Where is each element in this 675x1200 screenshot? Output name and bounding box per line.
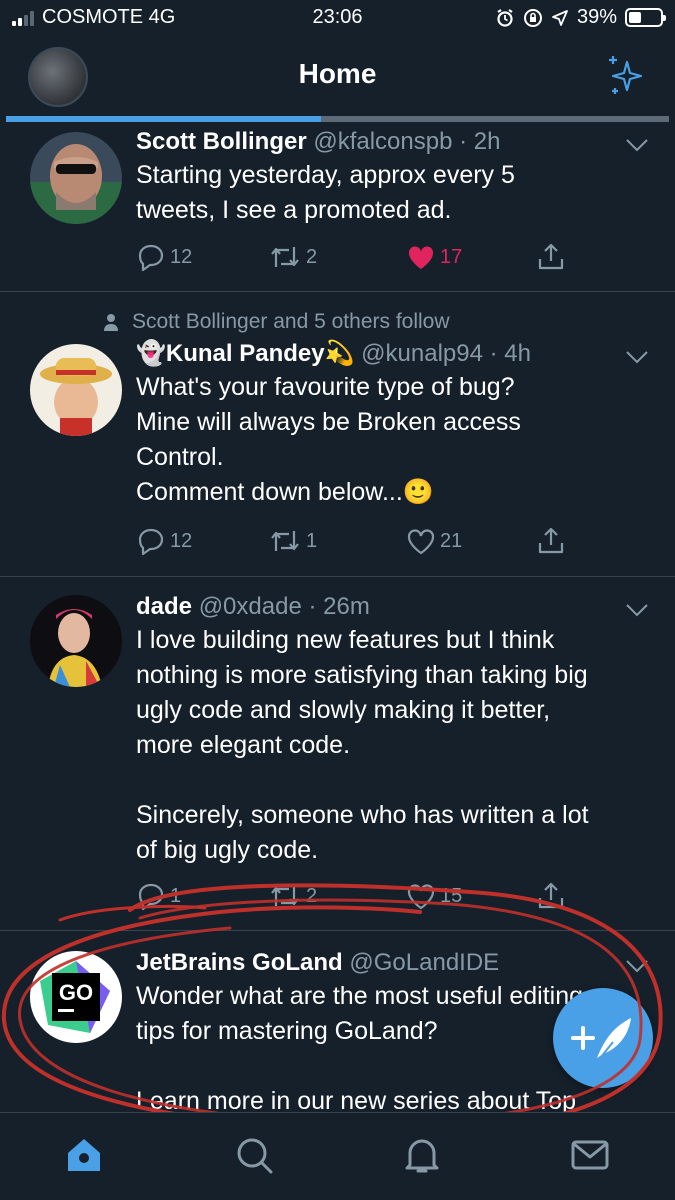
heart-icon — [407, 884, 435, 910]
like-button[interactable]: 21 — [406, 526, 462, 556]
retweet-button[interactable]: 2 — [268, 881, 317, 911]
reply-count: 1 — [170, 884, 182, 907]
tweet-kunal-pandey[interactable]: Scott Bollinger and 5 others follow 👻Kun… — [0, 292, 675, 577]
avatar[interactable]: GO — [30, 951, 122, 1043]
tweet-header: JetBrains GoLand @GoLandIDE — [136, 947, 645, 979]
bottom-tab-bar — [0, 1112, 675, 1200]
status-bar: COSMOTE 4G 23:06 39% — [0, 0, 675, 36]
retweet-icon — [271, 247, 299, 267]
like-button[interactable]: 15 — [406, 881, 462, 911]
author-name[interactable]: dade — [136, 593, 192, 620]
avatar[interactable] — [30, 344, 122, 436]
tweet-actions: 1 2 15 — [136, 881, 576, 915]
battery-percent: 39% — [576, 6, 617, 28]
tweet-content: 👻Kunal Pandey💫 @kunalp94 · 4h What's you… — [136, 338, 645, 510]
notifications-bell-icon[interactable] — [402, 1135, 442, 1175]
share-button[interactable] — [536, 526, 566, 556]
search-icon[interactable] — [234, 1135, 274, 1175]
author-handle[interactable]: @kfalconspb — [313, 128, 452, 155]
author-handle[interactable]: @GoLandIDE — [349, 949, 499, 976]
chevron-down-icon[interactable] — [625, 959, 649, 973]
chevron-down-icon[interactable] — [625, 138, 649, 152]
author-handle[interactable]: @0xdade — [199, 593, 302, 620]
messages-mail-icon[interactable] — [570, 1135, 610, 1175]
like-button[interactable]: 17 — [406, 242, 462, 272]
share-icon — [538, 527, 564, 554]
share-icon — [538, 243, 564, 270]
like-count: 17 — [440, 245, 463, 268]
home-icon[interactable] — [64, 1135, 104, 1175]
like-count: 21 — [440, 529, 463, 552]
reply-count: 12 — [170, 529, 193, 552]
alarm-icon — [497, 8, 513, 27]
social-context-text: Scott Bollinger and 5 others follow — [132, 310, 450, 333]
rotation-lock-icon — [523, 8, 542, 27]
author-name[interactable]: Scott Bollinger — [136, 128, 307, 155]
retweet-count: 2 — [306, 245, 318, 268]
tweet-text: I love building new features but I think… — [136, 626, 589, 864]
tweet-content: dade @0xdade · 26m I love building new f… — [136, 591, 645, 868]
reply-icon — [138, 244, 164, 272]
tweet-dade[interactable]: dade @0xdade · 26m I love building new f… — [0, 577, 675, 931]
tweet-scott-bollinger[interactable]: Scott Bollinger @kfalconspb · 2h Startin… — [0, 122, 675, 292]
reply-icon — [138, 883, 164, 911]
retweet-icon — [271, 531, 299, 551]
author-name[interactable]: Kunal Pandey — [166, 340, 325, 367]
heart-filled-icon — [408, 246, 434, 269]
person-icon — [104, 314, 118, 331]
heart-icon — [407, 529, 435, 555]
tweet-time: · 26m — [308, 593, 370, 620]
location-icon — [552, 9, 568, 26]
retweet-count: 1 — [306, 529, 318, 552]
tweet-text: Starting yesterday, approx every 5 tweet… — [136, 161, 515, 224]
top-bar: Home — [0, 36, 675, 122]
author-name[interactable]: JetBrains GoLand — [136, 949, 343, 976]
tweet-actions: 12 2 17 — [136, 242, 576, 276]
author-handle[interactable]: @kunalp94 — [361, 340, 483, 367]
compose-feather-icon — [571, 1018, 631, 1063]
reply-button[interactable]: 12 — [136, 526, 192, 556]
tweet-content: Scott Bollinger @kfalconspb · 2h Startin… — [136, 126, 645, 228]
goland-logo-text: GO — [59, 980, 93, 1005]
tweet-header: 👻Kunal Pandey💫 @kunalp94 · 4h — [136, 338, 645, 370]
reply-icon — [138, 528, 164, 556]
status-right: 39% — [495, 6, 666, 29]
tweet-text: What's your favourite type of bug? Mine … — [136, 373, 521, 506]
tweet-header: Scott Bollinger @kfalconspb · 2h — [136, 126, 645, 158]
avatar[interactable] — [30, 595, 122, 687]
name-emoji-dizzy: 💫 — [324, 340, 355, 367]
compose-tweet-button[interactable] — [553, 988, 653, 1088]
retweet-button[interactable]: 2 — [268, 242, 317, 272]
reply-count: 12 — [170, 245, 193, 268]
retweet-icon — [271, 886, 299, 906]
chevron-down-icon[interactable] — [625, 350, 649, 364]
share-button[interactable] — [536, 881, 566, 911]
share-icon — [538, 882, 564, 909]
chevron-down-icon[interactable] — [625, 603, 649, 617]
tweet-time: · 4h — [489, 340, 531, 367]
avatar[interactable] — [30, 132, 122, 224]
retweet-button[interactable]: 1 — [268, 526, 317, 556]
sparkle-icon[interactable] — [603, 54, 647, 98]
social-context: Scott Bollinger and 5 others follow — [104, 310, 450, 334]
page-title: Home — [298, 58, 377, 89]
tweet-header: dade @0xdade · 26m — [136, 591, 645, 623]
retweet-count: 2 — [306, 884, 318, 907]
like-count: 15 — [440, 884, 463, 907]
name-emoji-ghost: 👻 — [136, 340, 166, 367]
tweet-time: · 2h — [459, 128, 501, 155]
reply-button[interactable]: 1 — [136, 881, 181, 911]
battery-icon — [625, 8, 666, 27]
tweet-actions: 12 1 21 — [136, 526, 576, 560]
reply-button[interactable]: 12 — [136, 242, 192, 272]
share-button[interactable] — [536, 242, 566, 272]
